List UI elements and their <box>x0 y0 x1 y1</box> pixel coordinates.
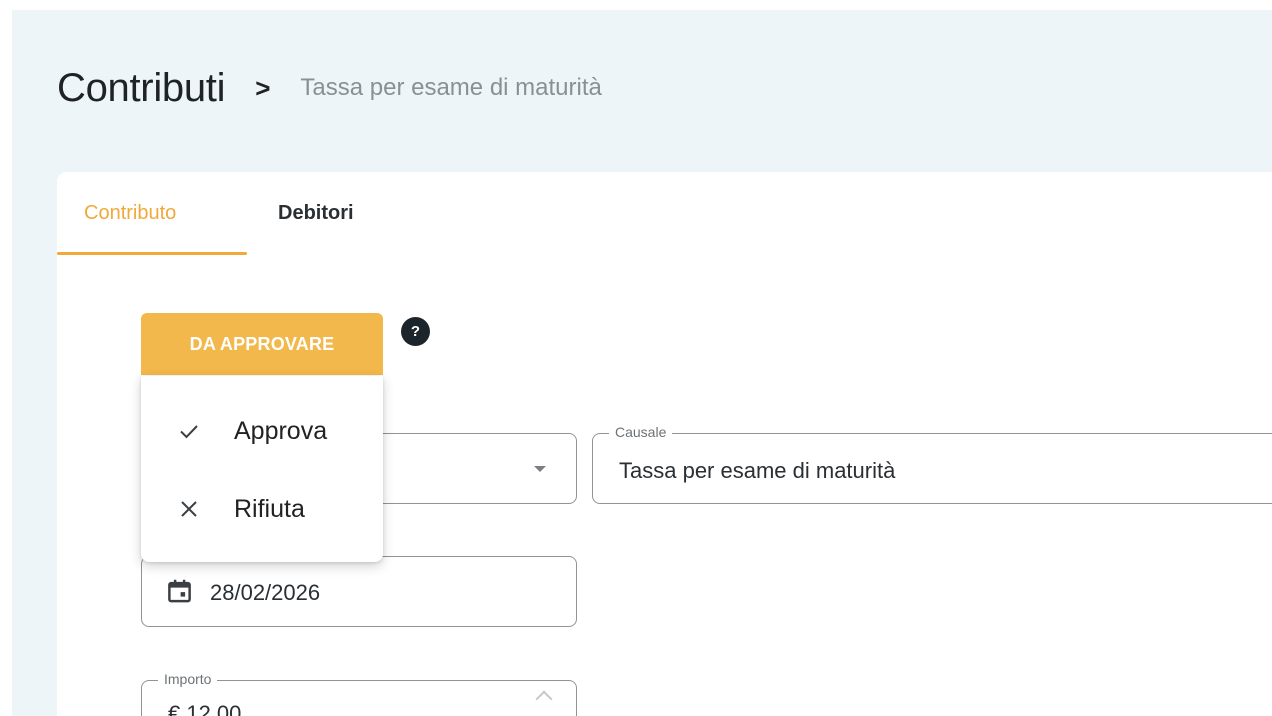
breadcrumb-separator: > <box>255 72 271 103</box>
importo-field[interactable]: Importo € 12,00 <box>141 671 577 716</box>
causale-field[interactable]: Causale Tassa per esame di maturità <box>592 424 1272 504</box>
check-icon <box>180 425 198 439</box>
help-icon[interactable]: ? <box>401 317 430 346</box>
close-icon <box>181 501 197 517</box>
page-title: Contributi <box>57 65 226 110</box>
dropdown-arrow-icon[interactable] <box>534 466 546 472</box>
importo-value: € 12,00 <box>168 701 242 716</box>
active-tab-indicator <box>57 252 247 255</box>
menu-item-label: Rifiuta <box>234 494 305 523</box>
calendar-icon[interactable] <box>166 577 193 605</box>
increment-icon[interactable] <box>535 690 553 708</box>
causale-value: Tassa per esame di maturità <box>619 458 896 483</box>
causale-label: Causale <box>609 424 673 440</box>
date-field[interactable]: 28/02/2026 <box>141 556 577 627</box>
date-value: 28/02/2026 <box>210 580 321 605</box>
tab-debitori[interactable]: Debitori <box>278 202 354 225</box>
status-menu: Approva Rifiuta <box>141 376 383 562</box>
status-button[interactable]: DA APPROVARE <box>141 313 383 375</box>
menu-item-label: Approva <box>234 416 328 445</box>
tab-contributo[interactable]: Contributo <box>84 202 176 225</box>
importo-label: Importo <box>158 671 218 687</box>
menu-item-rifiuta[interactable]: Rifiuta <box>141 474 383 544</box>
breadcrumb-current: Tassa per esame di maturità <box>300 74 602 101</box>
menu-item-approva[interactable]: Approva <box>141 396 383 466</box>
breadcrumb: Contributi > Tassa per esame di maturità <box>57 62 602 114</box>
